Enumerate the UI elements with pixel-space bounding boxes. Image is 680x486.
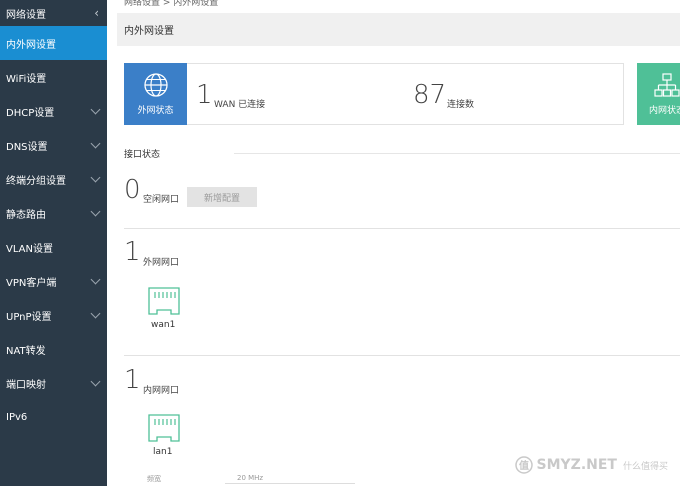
sidebar-item[interactable]: DHCP设置 <box>0 94 107 128</box>
main-panel: 网络设置 > 内外网设置 内外网设置 外网状态 1 WAN 已连接 87 连接数… <box>107 0 680 486</box>
sidebar-item[interactable]: NAT转发 <box>0 332 107 366</box>
connection-count: 87 <box>413 80 447 110</box>
sidebar-header[interactable]: 网络设置 ‹ <box>0 0 107 26</box>
watermark-subtext: 什么值得买 <box>622 461 668 472</box>
sidebar-item-label: VPN客户端 <box>6 277 57 289</box>
sidebar-item-label: 终端分组设置 <box>6 175 66 187</box>
lan-status-tile[interactable]: 内网状态 <box>637 63 680 125</box>
lan-port-count: 1 <box>124 365 141 395</box>
wan-status-tile[interactable]: 外网状态 <box>124 63 187 125</box>
sidebar-item-label: DHCP设置 <box>6 107 55 119</box>
wan-status-label: 外网状态 <box>137 106 174 116</box>
sidebar-item[interactable]: 端口映射 <box>0 366 107 400</box>
collapse-chevron-icon[interactable]: ‹ <box>94 7 99 19</box>
breadcrumb: 网络设置 > 内外网设置 <box>124 0 219 8</box>
sidebar-item-label: VLAN设置 <box>6 243 53 255</box>
bandwidth-select-underline <box>225 483 355 484</box>
wan-port-count: 1 <box>124 237 141 267</box>
sidebar-header-label: 网络设置 <box>6 9 46 21</box>
page-title: 内外网设置 <box>124 26 174 37</box>
wan-count: 1 <box>196 80 213 110</box>
chevron-down-icon <box>90 308 101 318</box>
chevron-down-icon <box>90 206 101 216</box>
sidebar-items: 内外网设置 WiFi设置 DHCP设置 DNS设置终端分组设置 静态路由 VLAN设置 VP… <box>0 26 107 434</box>
lan1-port-name: lan1 <box>153 447 173 457</box>
chevron-down-icon <box>90 138 101 148</box>
sidebar-item[interactable]: 内外网设置 <box>0 26 107 60</box>
sidebar-item-label: IPv6 <box>6 411 28 423</box>
sidebar-item-label: 静态路由 <box>6 209 46 221</box>
watermark-text: SMYZ.NET <box>536 457 617 473</box>
bandwidth-label: 频宽 <box>147 475 161 483</box>
watermark-logo-icon: 值 <box>514 456 533 474</box>
add-config-button[interactable]: 新增配置 <box>187 187 257 207</box>
page-title-bar: 内外网设置 <box>117 13 680 46</box>
chevron-down-icon <box>90 104 101 114</box>
group-divider <box>124 228 680 229</box>
bandwidth-select[interactable]: 20 MHz <box>237 474 263 482</box>
globe-icon <box>143 73 168 97</box>
sidebar-item[interactable]: WiFi设置 <box>0 60 107 94</box>
sidebar-item[interactable]: 静态路由 <box>0 196 107 230</box>
ethernet-port-icon[interactable] <box>147 286 181 316</box>
chevron-down-icon <box>90 172 101 182</box>
sidebar: 网络设置 ‹ 内外网设置 WiFi设置 DHCP设置 DNS设置终端分组设置 静态路由 V… <box>0 0 107 486</box>
sidebar-item[interactable]: UPnP设置 <box>0 298 107 332</box>
wan-connected-text: WAN 已连接 <box>214 100 266 110</box>
sidebar-item-label: DNS设置 <box>6 141 48 153</box>
wan-port-label: 外网网口 <box>143 258 180 268</box>
lan-status-label: 内网状态 <box>648 106 680 116</box>
sidebar-item[interactable]: DNS设置 <box>0 128 107 162</box>
chevron-down-icon <box>90 376 101 386</box>
sidebar-item[interactable]: VPN客户端 <box>0 264 107 298</box>
sidebar-item[interactable]: 终端分组设置 <box>0 162 107 196</box>
sidebar-item[interactable]: VLAN设置 <box>0 230 107 264</box>
svg-text:值: 值 <box>519 459 529 472</box>
ethernet-port-icon[interactable] <box>147 413 181 443</box>
interface-status-title: 接口状态 <box>124 150 161 160</box>
sidebar-item-label: WiFi设置 <box>6 73 47 85</box>
idle-port-label: 空闲网口 <box>143 195 180 205</box>
sidebar-item[interactable]: IPv6 <box>0 400 107 434</box>
chevron-down-icon <box>90 274 101 284</box>
connection-label: 连接数 <box>447 100 475 110</box>
wan1-port-name: wan1 <box>151 320 176 330</box>
sidebar-item-label: UPnP设置 <box>6 311 52 323</box>
section-divider <box>234 153 680 154</box>
watermark: 值 SMYZ.NET 什么值得买 <box>514 456 668 474</box>
idle-port-count: 0 <box>124 175 141 205</box>
sidebar-item-label: 端口映射 <box>6 379 46 391</box>
group-divider <box>124 355 680 356</box>
sidebar-item-label: 内外网设置 <box>6 39 56 51</box>
network-topology-icon <box>654 73 680 97</box>
lan-port-label: 内网网口 <box>143 386 180 396</box>
sidebar-item-label: NAT转发 <box>6 345 46 357</box>
